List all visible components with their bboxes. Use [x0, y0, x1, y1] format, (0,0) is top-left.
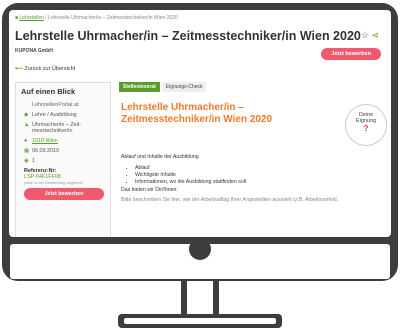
power-button-icon: [189, 238, 211, 260]
content-list: Ablauf Wichtigste Inhalte Informationen,…: [121, 165, 383, 185]
sidebar-type: ◆ Lehre / Ausbildung: [24, 112, 77, 118]
people-icon: ◉: [24, 158, 29, 164]
tab-fit-check[interactable]: Eignungs-Check: [161, 82, 207, 92]
sidebar-profession: ▲ Uhrmacher/in – Zeit-messtechniker/in: [24, 122, 82, 134]
sidebar-count: ◉ 1: [24, 158, 35, 164]
breadcrumb-home-link[interactable]: Lehrstellen: [19, 15, 43, 21]
offer-heading: Das bieten wir Dir/Ihnen:: [121, 187, 178, 193]
portal-logo: LehrstellenPortal.at: [32, 102, 79, 108]
main-content: Stelleninserat Eignungs-Check Lehrstelle…: [119, 82, 391, 237]
monitor-frame: ■ Lehrstellen / Lehrstelle Uhrmacher/in …: [2, 3, 398, 281]
sidebar-date: ▦ 06.09.2019: [24, 148, 59, 154]
monitor-stand-neck-inner: [187, 281, 213, 315]
sidebar-title: Auf einen Blick: [21, 87, 76, 96]
screen: ■ Lehrstellen / Lehrstelle Uhrmacher/in …: [9, 10, 391, 237]
description-text: Bitte beschreiben Sie hier, wie der Arbe…: [121, 197, 339, 203]
location-pin-icon: ●: [24, 138, 28, 144]
share-icon[interactable]: ⋖: [371, 30, 379, 40]
back-link[interactable]: ⟵ Zurück zur Übersicht: [15, 66, 75, 72]
back-link-label: Zurück zur Übersicht: [24, 66, 76, 72]
list-item: Wichtigste Inhalte: [135, 172, 383, 178]
home-icon: ■: [15, 15, 19, 21]
section-heading: Ablauf und Inhalte der Ausbildung: [121, 154, 199, 160]
tag-icon: ◆: [24, 112, 29, 118]
graduation-cap-icon: ▲: [24, 122, 30, 128]
tab-job-ad[interactable]: Stelleninserat: [119, 82, 160, 92]
sidebar-at-a-glance: Auf einen Blick LehrstellenPortal.at ◆ L…: [15, 82, 111, 237]
job-title: Lehrstelle Uhrmacher/in – Zeitmesstechni…: [121, 102, 273, 125]
page-title: Lehrstelle Uhrmacher/in – Zeitmesstechni…: [15, 29, 361, 43]
reference-note: (bitte in der Bewerbung angeben): [24, 180, 84, 185]
apply-button-header[interactable]: Jetzt bewerben: [321, 48, 381, 60]
fit-badge[interactable]: Deine Eignung ?: [345, 104, 387, 146]
star-icon[interactable]: ☆: [361, 30, 369, 40]
sidebar-location: ● 1010 Wien: [24, 138, 58, 144]
reference-label: Referenz-Nr:: [24, 168, 57, 174]
calendar-icon: ▦: [24, 148, 30, 154]
list-item: Informationen, wo die Ausbildung stattfi…: [135, 179, 383, 185]
fit-value: ?: [363, 124, 369, 133]
list-item: Ablauf: [135, 165, 383, 171]
breadcrumb-trail: / Lehrstelle Uhrmacher/in – Zeitmesstech…: [45, 15, 178, 21]
breadcrumb: ■ Lehrstellen / Lehrstelle Uhrmacher/in …: [15, 15, 178, 21]
job-description: Ablauf und Inhalte der Ausbildung Ablauf…: [121, 154, 383, 203]
arrow-left-icon: ⟵: [15, 66, 23, 72]
header-icons: ☆ ⋖: [361, 30, 379, 41]
company-name: KUPONA GmbH: [15, 48, 53, 54]
monitor-stand-base-inner: [124, 318, 276, 324]
tab-bar: Stelleninserat Eignungs-Check: [119, 82, 391, 92]
apply-button-sidebar[interactable]: Jetzt bewerben: [24, 188, 104, 200]
